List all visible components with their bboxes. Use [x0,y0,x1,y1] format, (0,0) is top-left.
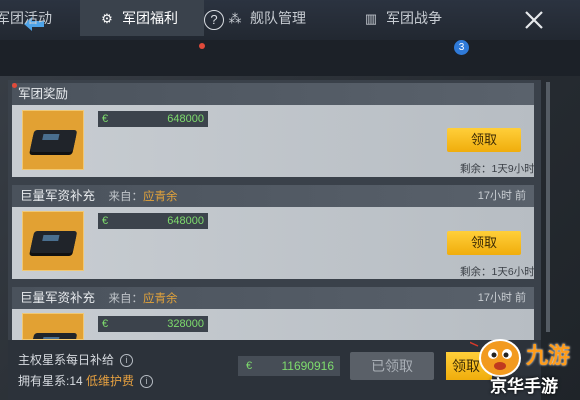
tab-legion-war[interactable]: ▥ 军团战争 [364,0,474,36]
card-header: 巨量军资补充 来自：应青余 17小时 前 [12,287,534,309]
war-badge: 3 [454,40,469,55]
coin-icon: € [102,215,109,227]
notification-dot [199,43,205,49]
info-icon[interactable]: i [140,375,154,389]
item-image [22,211,84,271]
coin-icon: € [102,318,109,330]
tab-legion-activity[interactable]: 军团活动 [0,0,70,36]
coin-icon: € [246,360,253,372]
card-header: 巨量军资补充 来自：应青余 17小时 前 [12,185,534,207]
daily-supply-label: 主权星系每日补给 i [18,351,134,368]
item-image [22,313,84,340]
section-title: 军团奖励 [12,83,534,105]
claimed-button: 已领取 [350,352,434,380]
welfare-icon: ⚙ [101,11,113,26]
time-ago: 17小时 前 [477,292,526,304]
watermark-text: 京华手游 [490,377,558,396]
coin-icon: € [102,113,109,125]
section-dot [12,83,17,88]
time-ago: 17小时 前 [477,190,526,202]
fleet-icon: ⁂ [228,11,242,26]
remaining-time: 剩余：1天9小时 [460,163,535,175]
sender-name: 应青余 [143,191,178,203]
amount-bar: € 648000 [98,111,208,127]
tab-legion-welfare[interactable]: ⚙ 军团福利 [80,0,204,36]
device-graphic [29,231,78,253]
scrollbar[interactable] [546,82,550,332]
remaining-time: 剩余：1天6小时 [460,266,535,278]
claim-button[interactable]: 领取 [447,128,521,152]
tab-bar [0,40,580,76]
tab-fleet-management[interactable]: ⁂ 舰队管理 [228,0,338,36]
amount-bar: € 648000 [98,213,208,229]
supply-amount: € 11690916 [238,356,340,376]
item-image [22,110,84,170]
close-icon[interactable] [523,9,545,31]
reward-card [12,309,534,340]
sender-name: 应青余 [143,293,178,305]
claim-button[interactable]: 领取 [447,231,521,255]
device-graphic [29,130,78,152]
device-graphic [29,333,78,339]
help-icon[interactable]: ? [204,10,224,30]
owned-systems-label: 拥有星系:14 低维护费 i [18,372,154,389]
info-icon[interactable]: i [120,354,134,368]
amount-bar: € 328000 [98,316,208,332]
war-icon: ▥ [364,11,378,26]
watermark-logo: 九游 [526,343,571,368]
